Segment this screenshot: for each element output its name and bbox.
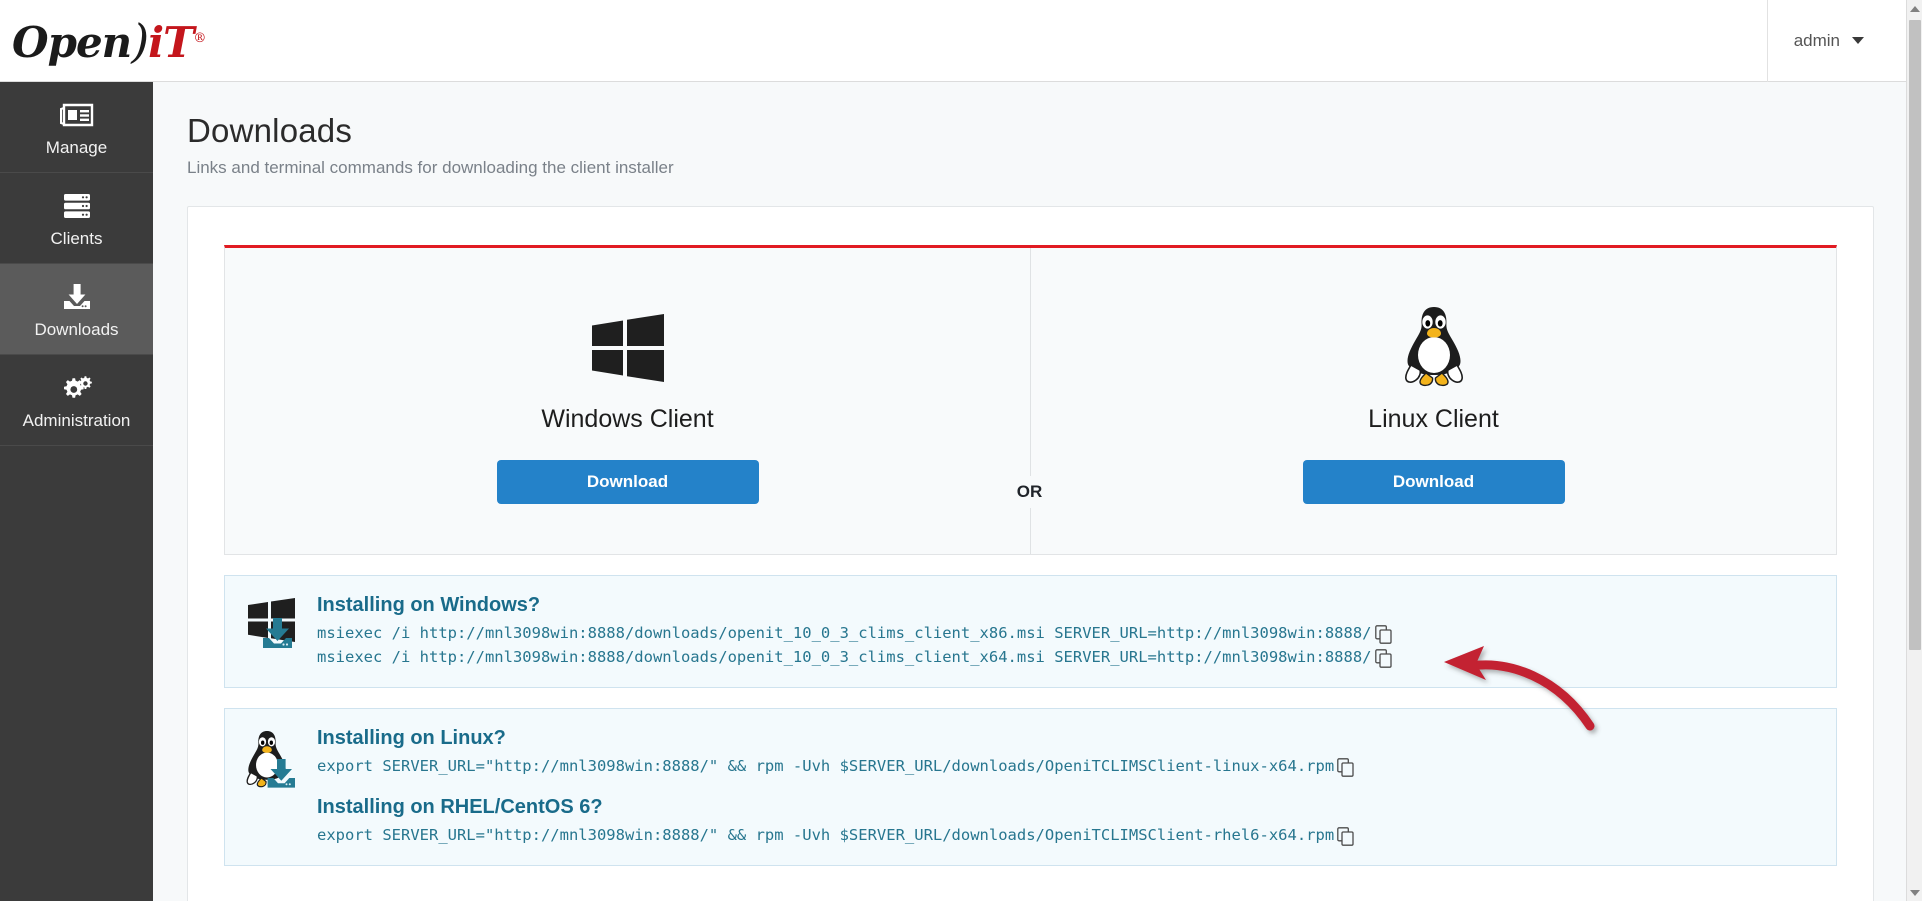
page-subtitle: Links and terminal commands for download…: [187, 158, 1906, 178]
scroll-up-button[interactable]: [1907, 0, 1922, 17]
copy-to-clipboard-icon[interactable]: [1375, 625, 1392, 644]
sidebar-item-clients[interactable]: Clients: [0, 173, 153, 264]
sidebar-item-label: Manage: [46, 138, 107, 157]
download-tray-icon: [60, 280, 94, 314]
linux-download-icon: [243, 725, 303, 847]
sidebar-item-administration[interactable]: Administration: [0, 355, 153, 446]
main-content: Downloads Links and terminal commands fo…: [153, 82, 1906, 901]
sidebar-item-label: Administration: [23, 411, 131, 430]
sidebar-item-manage[interactable]: Manage: [0, 82, 153, 173]
linux-download-button[interactable]: Download: [1303, 460, 1565, 504]
newspaper-icon: [60, 98, 94, 132]
command-line: msiexec /i http://mnl3098win:8888/downlo…: [317, 645, 1818, 669]
sidebar-item-label: Downloads: [34, 320, 118, 339]
logo-paren: ): [131, 14, 148, 68]
registered-trademark-icon: ®: [193, 31, 205, 46]
sidebar-item-downloads[interactable]: Downloads: [0, 264, 153, 355]
command-line: export SERVER_URL="http://mnl3098win:888…: [317, 823, 1818, 847]
command-line: export SERVER_URL="http://mnl3098win:888…: [317, 754, 1818, 778]
instruction-title: Installing on Windows?: [317, 592, 1818, 618]
copy-to-clipboard-icon[interactable]: [1337, 827, 1354, 846]
logo-text-it: iT: [148, 18, 193, 67]
linux-instructions-card: Installing on Linux? export SERVER_URL="…: [224, 708, 1837, 866]
page-header: Downloads Links and terminal commands fo…: [153, 82, 1906, 178]
command-text: msiexec /i http://mnl3098win:8888/downlo…: [317, 621, 1372, 645]
openit-logo[interactable]: Open)iT®: [12, 18, 167, 64]
windows-download-button[interactable]: Download: [497, 460, 759, 504]
windows-logo-icon: [586, 299, 670, 391]
server-rack-icon: [60, 189, 94, 223]
linux-tux-icon: [1398, 299, 1470, 391]
command-text: export SERVER_URL="http://mnl3098win:888…: [317, 823, 1334, 847]
command-line: msiexec /i http://mnl3098win:8888/downlo…: [317, 621, 1818, 645]
copy-to-clipboard-icon[interactable]: [1375, 649, 1392, 668]
chevron-down-icon: [1852, 37, 1864, 44]
sidebar-nav: Manage Clients: [0, 82, 153, 901]
windows-instructions-card: Installing on Windows? msiexec /i http:/…: [224, 575, 1837, 688]
command-text: msiexec /i http://mnl3098win:8888/downlo…: [317, 645, 1372, 669]
application-window: Open)iT® admin Manage: [0, 0, 1922, 901]
instruction-title: Installing on RHEL/CentOS 6?: [317, 794, 1818, 820]
sidebar-item-label: Clients: [51, 229, 103, 248]
scrollbar-thumb[interactable]: [1909, 20, 1921, 650]
chevron-up-icon: [1910, 6, 1920, 12]
scroll-down-button[interactable]: [1907, 884, 1922, 901]
windows-client-card: Windows Client Download: [225, 248, 1031, 554]
instruction-title: Installing on Linux?: [317, 725, 1818, 751]
linux-client-card: Linux Client Download: [1031, 248, 1836, 554]
windows-client-title: Windows Client: [541, 405, 713, 434]
os-chooser: Windows Client Download: [224, 245, 1837, 555]
vertical-scrollbar[interactable]: [1906, 0, 1922, 901]
linux-client-title: Linux Client: [1368, 405, 1499, 434]
user-menu[interactable]: admin: [1767, 0, 1890, 82]
downloads-panel: Windows Client Download: [187, 206, 1874, 901]
copy-to-clipboard-icon[interactable]: [1337, 758, 1354, 777]
windows-instructions-body: Installing on Windows? msiexec /i http:/…: [317, 592, 1818, 669]
gears-icon: [59, 371, 95, 405]
windows-download-icon: [243, 592, 303, 669]
logo-text-open: Open: [12, 18, 131, 67]
user-menu-label: admin: [1794, 31, 1840, 51]
command-text: export SERVER_URL="http://mnl3098win:888…: [317, 754, 1334, 778]
linux-instructions-body: Installing on Linux? export SERVER_URL="…: [317, 725, 1818, 847]
top-bar: Open)iT® admin: [0, 0, 1906, 82]
chevron-down-icon: [1910, 890, 1920, 896]
page-title: Downloads: [187, 112, 1906, 150]
